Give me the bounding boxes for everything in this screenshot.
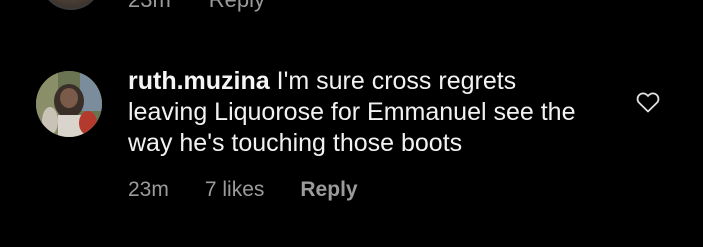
previous-comment-meta: 23m Reply — [128, 0, 265, 14]
comment-likes[interactable]: 7 likes — [205, 178, 265, 201]
heart-outline-icon[interactable] — [636, 91, 660, 113]
comment-body: ruth.muzina I'm sure cross regrets leavi… — [128, 66, 598, 159]
previous-comment-reply-button[interactable]: Reply — [209, 0, 265, 12]
comments-view: 23m Reply ruth.muzina I'm sure cross regr… — [0, 0, 703, 247]
avatar-photo — [36, 71, 102, 137]
avatar[interactable] — [36, 71, 102, 137]
reply-button[interactable]: Reply — [300, 178, 357, 201]
comment-time: 23m — [128, 178, 169, 201]
comment-meta: 23m 7 likes Reply — [128, 176, 358, 204]
comment-username[interactable]: ruth.muzina — [128, 67, 270, 95]
previous-comment-avatar[interactable] — [40, 0, 102, 10]
previous-comment-time: 23m — [128, 0, 171, 12]
